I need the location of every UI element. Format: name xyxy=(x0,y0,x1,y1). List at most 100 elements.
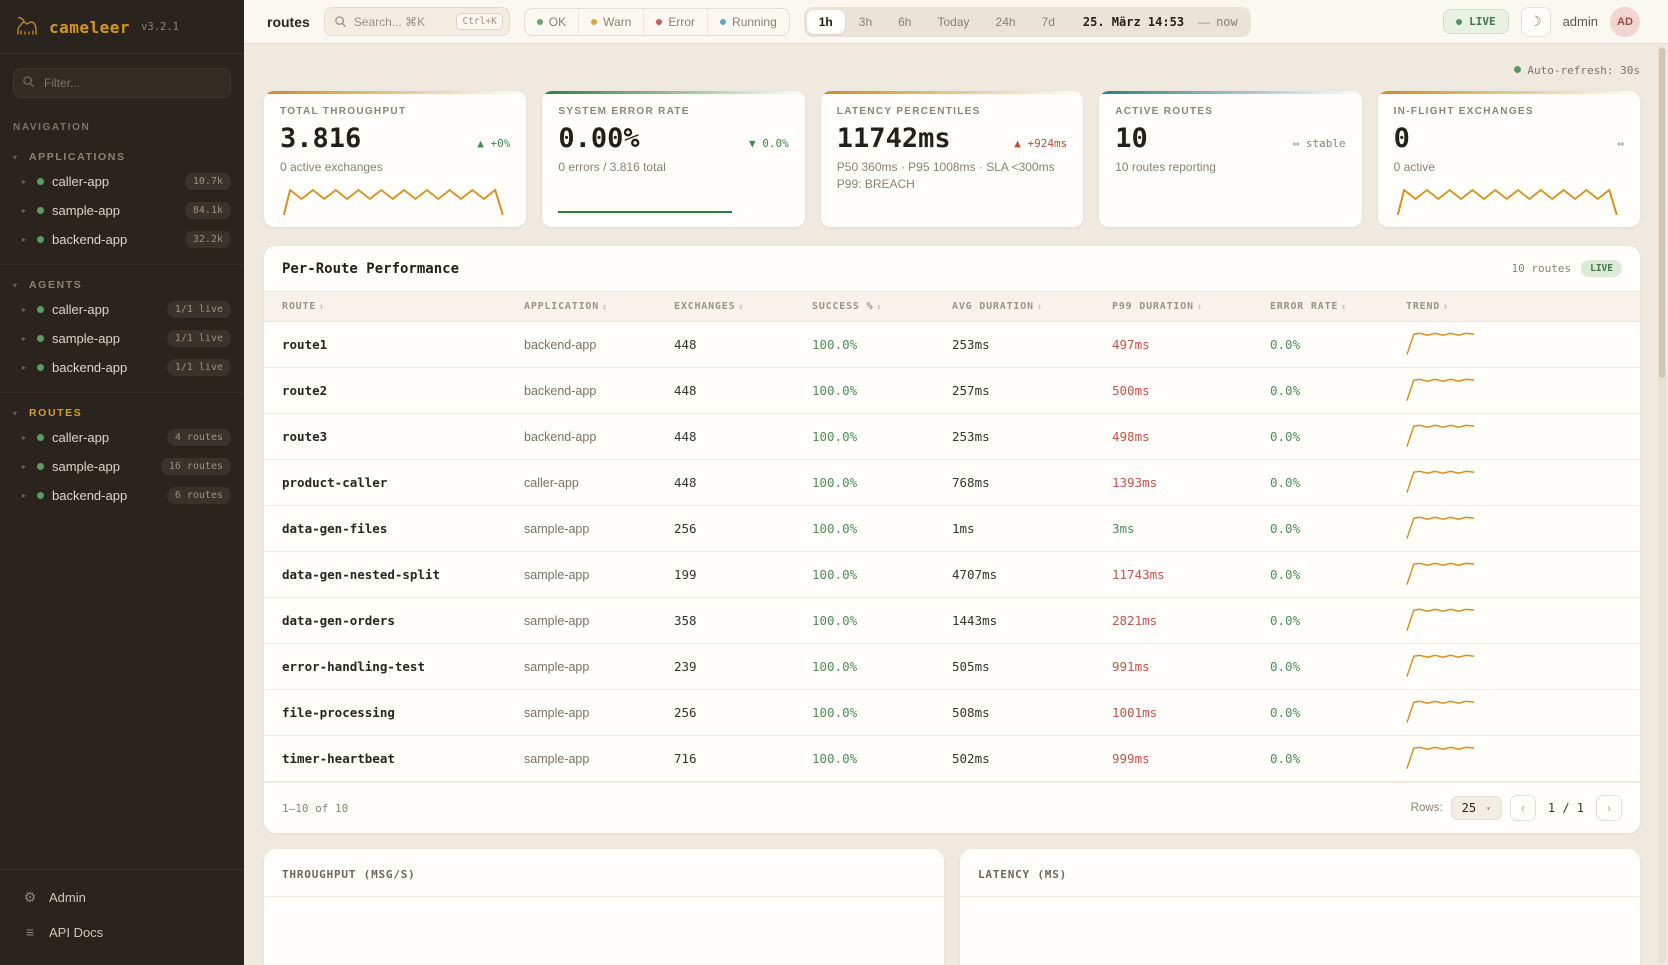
application-name: backend-app xyxy=(506,415,656,459)
sidebar-item-routes-sample-app[interactable]: ▸sample-app16 routes xyxy=(0,452,244,481)
status-filter-running[interactable]: Running xyxy=(708,9,789,35)
column-header-avg-duration[interactable]: AVG DURATION↕ xyxy=(934,292,1094,321)
table-row-route3[interactable]: route3backend-app448100.0%253ms498ms0.0% xyxy=(264,414,1640,460)
sidebar-item-applications-sample-app[interactable]: ▸sample-app84.1k xyxy=(0,196,244,225)
time-range-button-24h[interactable]: 24h xyxy=(984,10,1028,34)
column-header-error-rate[interactable]: ERROR RATE↕ xyxy=(1252,292,1388,321)
sort-icon: ↕ xyxy=(1341,302,1347,311)
time-range-button-6h[interactable]: 6h xyxy=(886,10,923,34)
table-row-data-gen-files[interactable]: data-gen-filessample-app256100.0%1ms3ms0… xyxy=(264,506,1640,552)
status-filter-warn[interactable]: Warn xyxy=(579,9,644,35)
search-shortcut-kbd: Ctrl+K xyxy=(456,13,502,30)
time-range-end: now xyxy=(1216,15,1248,29)
sort-icon: ↕ xyxy=(602,302,608,311)
application-name: sample-app xyxy=(506,599,656,643)
sidebar-item-agents-sample-app[interactable]: ▸sample-app1/1 live xyxy=(0,324,244,353)
section-header-applications[interactable]: ▾APPLICATIONS xyxy=(0,147,244,167)
sidebar-footer-api-docs[interactable]: ≡API Docs xyxy=(0,915,244,949)
next-page-button[interactable]: › xyxy=(1596,795,1622,821)
sort-icon: ↕ xyxy=(1197,302,1203,311)
p99-duration: 11743ms xyxy=(1094,552,1252,597)
sidebar-item-routes-backend-app[interactable]: ▸backend-app6 routes xyxy=(0,481,244,510)
table-row-error-handling-test[interactable]: error-handling-testsample-app239100.0%50… xyxy=(264,644,1640,690)
sidebar-item-routes-caller-app[interactable]: ▸caller-app4 routes xyxy=(0,423,244,452)
time-range-button-7d[interactable]: 7d xyxy=(1030,10,1067,34)
kpi-value: 0.00% xyxy=(558,123,639,154)
section-header-routes[interactable]: ▾ROUTES xyxy=(0,403,244,423)
prev-page-button[interactable]: ‹ xyxy=(1510,795,1536,821)
time-range-button-today[interactable]: Today xyxy=(925,10,981,34)
sparkline-chart xyxy=(1394,183,1624,219)
column-label: P99 DURATION xyxy=(1112,301,1194,312)
success-rate: 100.0% xyxy=(794,552,934,597)
sidebar-item-applications-backend-app[interactable]: ▸backend-app32.2k xyxy=(0,225,244,254)
column-header-success-[interactable]: SUCCESS %↕ xyxy=(794,292,934,321)
item-badge: 1/1 live xyxy=(167,359,231,376)
search-icon xyxy=(22,75,35,93)
time-range-button-3h[interactable]: 3h xyxy=(847,10,884,34)
avg-duration: 768ms xyxy=(934,460,1094,505)
item-badge: 10.7k xyxy=(185,173,231,190)
route-name: file-processing xyxy=(264,690,506,735)
table-row-file-processing[interactable]: file-processingsample-app256100.0%508ms1… xyxy=(264,690,1640,736)
exchanges-count: 256 xyxy=(656,690,794,735)
sidebar-item-applications-caller-app[interactable]: ▸caller-app10.7k xyxy=(0,167,244,196)
avg-duration: 253ms xyxy=(934,322,1094,367)
column-header-application[interactable]: APPLICATION↕ xyxy=(506,292,656,321)
sort-icon: ↕ xyxy=(1037,302,1043,311)
exchanges-count: 716 xyxy=(656,736,794,781)
table-title: Per-Route Performance xyxy=(282,261,459,277)
table-row-product-caller[interactable]: product-callercaller-app448100.0%768ms13… xyxy=(264,460,1640,506)
sidebar-filter-input[interactable] xyxy=(13,68,231,98)
column-header-p99-duration[interactable]: P99 DURATION↕ xyxy=(1094,292,1252,321)
error-rate: 0.0% xyxy=(1252,368,1388,413)
brand: cameleer v3.2.1 xyxy=(0,0,244,54)
trend-sparkline xyxy=(1404,742,1478,772)
trend-sparkline xyxy=(1404,604,1478,634)
trend-cell xyxy=(1388,552,1640,597)
section-header-agents[interactable]: ▾AGENTS xyxy=(0,275,244,295)
exchanges-count: 199 xyxy=(656,552,794,597)
auto-refresh-dot-icon xyxy=(1514,66,1521,73)
avatar[interactable]: AD xyxy=(1610,7,1640,37)
column-header-exchanges[interactable]: EXCHANGES↕ xyxy=(656,292,794,321)
status-dot-icon xyxy=(37,335,44,342)
trend-sparkline xyxy=(1404,696,1478,726)
application-name: backend-app xyxy=(506,323,656,367)
status-filter-error[interactable]: Error xyxy=(644,9,708,35)
search-input[interactable]: Search... ⌘K Ctrl+K xyxy=(324,7,510,36)
trend-sparkline xyxy=(1404,420,1478,450)
time-range-button-1h[interactable]: 1h xyxy=(807,10,845,34)
item-label: caller-app xyxy=(52,302,159,317)
column-label: ROUTE xyxy=(282,301,316,312)
error-rate: 0.0% xyxy=(1252,414,1388,459)
trend-cell xyxy=(1388,690,1640,735)
kpi-delta: ⇔ xyxy=(1617,137,1624,150)
column-header-route[interactable]: ROUTE↕ xyxy=(264,292,506,321)
page-scrollbar[interactable] xyxy=(1658,46,1666,963)
sidebar-item-agents-backend-app[interactable]: ▸backend-app1/1 live xyxy=(0,353,244,382)
theme-toggle-button[interactable]: ☾ xyxy=(1521,7,1551,37)
bottom-charts-row: THROUGHPUT (MSG/S)LATENCY (MS) xyxy=(264,849,1640,965)
column-header-trend[interactable]: TREND↕ xyxy=(1388,292,1640,321)
kpi-subtext: 0 errors / 3.816 total xyxy=(558,159,788,175)
section-label: AGENTS xyxy=(29,279,82,291)
table-row-route2[interactable]: route2backend-app448100.0%257ms500ms0.0% xyxy=(264,368,1640,414)
table-row-route1[interactable]: route1backend-app448100.0%253ms497ms0.0% xyxy=(264,322,1640,368)
status-filter-ok[interactable]: OK xyxy=(525,9,579,35)
chevron-down-icon: ▾ xyxy=(13,409,21,418)
scrollbar-thumb[interactable] xyxy=(1659,48,1665,378)
item-badge: 6 routes xyxy=(167,487,231,504)
sidebar-footer-admin[interactable]: ⚙Admin xyxy=(0,880,244,915)
auto-refresh-status: Auto-refresh: 30s xyxy=(264,58,1640,91)
table-row-timer-heartbeat[interactable]: timer-heartbeatsample-app716100.0%502ms9… xyxy=(264,736,1640,782)
kpi-card-total-throughput: TOTAL THROUGHPUT3.816▲ +0%0 active excha… xyxy=(264,91,526,227)
sidebar-item-agents-caller-app[interactable]: ▸caller-app1/1 live xyxy=(0,295,244,324)
chart-panel-throughput-msg-s-: THROUGHPUT (MSG/S) xyxy=(264,849,944,965)
table-row-data-gen-nested-split[interactable]: data-gen-nested-splitsample-app199100.0%… xyxy=(264,552,1640,598)
kpi-delta: ▼ 0.0% xyxy=(749,137,789,150)
pagination-range: 1–10 of 10 xyxy=(282,802,348,815)
chart-panel-latency-ms-: LATENCY (MS) xyxy=(960,849,1640,965)
rows-per-page-select[interactable]: 25 ▾ xyxy=(1451,796,1502,820)
table-row-data-gen-orders[interactable]: data-gen-orderssample-app358100.0%1443ms… xyxy=(264,598,1640,644)
